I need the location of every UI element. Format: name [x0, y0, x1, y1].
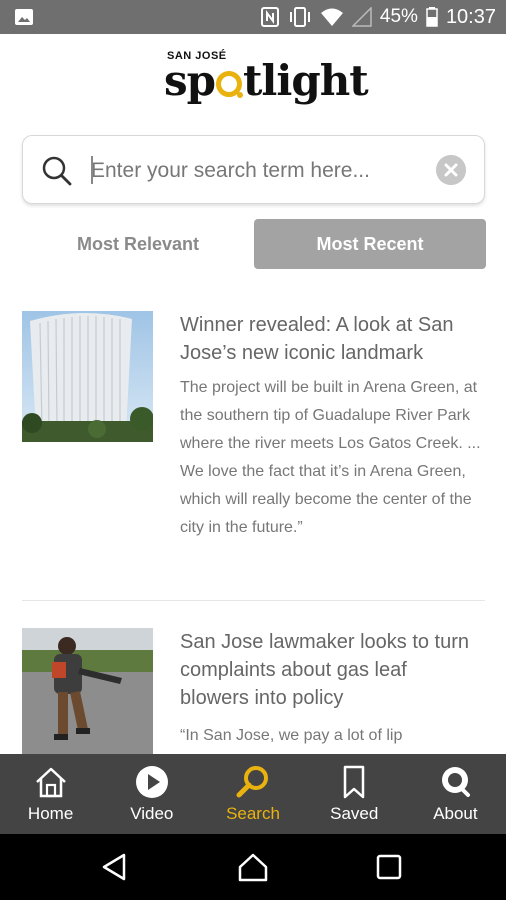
- vibrate-icon: [289, 7, 310, 27]
- home-icon: [35, 767, 66, 798]
- logo-text-start: sp: [164, 56, 216, 105]
- app-logo: SAN JOSÉ sp tlight: [0, 48, 506, 108]
- article-divider: [22, 600, 485, 601]
- home-circle-icon[interactable]: [236, 850, 270, 884]
- tab-most-relevant[interactable]: Most Relevant: [22, 219, 254, 269]
- bottom-navigation: Home Video Search Saved About: [0, 754, 506, 834]
- battery-icon: [426, 7, 438, 27]
- article-title[interactable]: San Jose lawmaker looks to turn complain…: [180, 628, 480, 712]
- system-navigation-bar: [0, 834, 506, 900]
- wifi-icon: [320, 8, 343, 26]
- status-bar: 45% 10:37: [0, 0, 506, 34]
- clock: 10:37: [445, 5, 496, 28]
- article-excerpt: The project will be built in Arena Green…: [180, 379, 481, 536]
- article-thumbnail[interactable]: [22, 311, 153, 442]
- sort-toggle: Most Relevant Most Recent: [22, 219, 486, 269]
- tab-most-recent[interactable]: Most Recent: [254, 219, 486, 269]
- battery-percent: 45%: [379, 6, 418, 27]
- logo-spotlight-o-icon: [216, 71, 244, 98]
- signal-icon: [351, 7, 372, 27]
- article-title[interactable]: Winner revealed: A look at San Jose’s ne…: [180, 311, 480, 367]
- nav-search-label: Search: [226, 804, 280, 823]
- logo-wordmark: sp tlight: [164, 56, 369, 105]
- nav-home-label: Home: [27, 804, 74, 823]
- nav-about-label: About: [433, 804, 478, 823]
- recent-apps-icon[interactable]: [372, 850, 406, 884]
- bookmark-icon: [343, 765, 365, 799]
- search-input[interactable]: [91, 152, 421, 190]
- article-thumbnail[interactable]: [22, 628, 153, 759]
- logo-text-end: tlight: [243, 56, 369, 105]
- nav-search[interactable]: Search: [202, 754, 303, 834]
- clear-search-icon[interactable]: [436, 155, 466, 185]
- article-excerpt: “In San Jose, we pay a lot of lip: [180, 727, 403, 744]
- nav-video-label: Video: [130, 804, 174, 823]
- search-icon: [236, 766, 268, 798]
- nav-about[interactable]: About: [405, 754, 506, 834]
- nav-saved-label: Saved: [330, 804, 379, 823]
- back-icon[interactable]: [98, 850, 132, 884]
- play-icon: [135, 766, 168, 798]
- text-cursor: [91, 156, 93, 184]
- search-box[interactable]: [22, 135, 485, 204]
- nav-saved[interactable]: Saved: [304, 754, 405, 834]
- search-icon: [42, 156, 72, 186]
- nav-video[interactable]: Video: [101, 754, 202, 834]
- nfc-icon: [260, 7, 279, 27]
- nav-home[interactable]: Home: [0, 754, 101, 834]
- about-icon: [442, 767, 471, 797]
- image-icon: [15, 9, 33, 25]
